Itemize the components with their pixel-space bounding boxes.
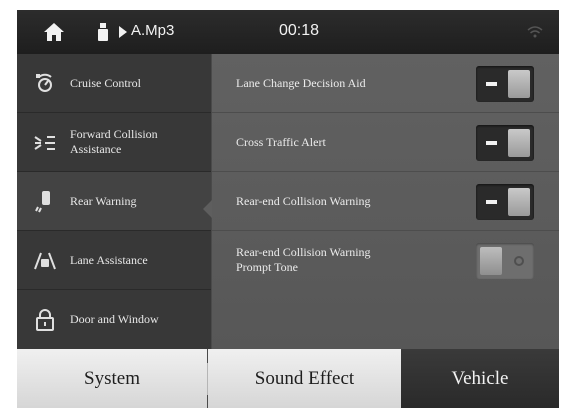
toggle-off-indicator xyxy=(514,256,524,266)
setting-row-cross-traffic-alert: Cross Traffic Alert xyxy=(212,113,559,172)
setting-label: Rear-end Collision Warning xyxy=(236,194,371,208)
rear-end-collision-warning-prompt-tone-toggle[interactable] xyxy=(476,243,534,279)
toggle-knob xyxy=(508,129,530,157)
feature-sidebar: Cruise Control Forward Collision Assista… xyxy=(17,54,211,349)
sidebar-item-label: Cruise Control xyxy=(70,76,141,90)
track-title: A.Mp3 xyxy=(131,22,175,39)
sidebar-item-label: Assistance xyxy=(70,142,122,156)
sidebar-item-cruise-control[interactable]: Cruise Control xyxy=(17,54,211,113)
setting-label: Rear-end Collision Warning xyxy=(236,245,371,259)
cross-traffic-alert-toggle[interactable] xyxy=(476,125,534,161)
sidebar-item-label: Lane Assistance xyxy=(70,253,148,267)
sidebar-item-door-and-window[interactable]: Door and Window xyxy=(17,290,211,349)
home-icon[interactable] xyxy=(43,22,65,42)
toggle-knob xyxy=(508,188,530,216)
play-icon xyxy=(119,26,127,38)
setting-label: Prompt Tone xyxy=(236,260,298,274)
tab-sound-effect[interactable]: Sound Effect xyxy=(208,349,401,408)
usb-icon xyxy=(98,23,108,41)
setting-row-rear-end-collision-warning: Rear-end Collision Warning xyxy=(212,172,559,231)
toggle-on-indicator xyxy=(486,82,497,86)
sidebar-item-label: Door and Window xyxy=(70,312,159,326)
sidebar-item-lane-assistance[interactable]: Lane Assistance xyxy=(17,231,211,290)
tab-system[interactable]: System xyxy=(17,349,207,408)
setting-row-lane-change-decision-aid: Lane Change Decision Aid xyxy=(212,54,559,113)
clock: 00:18 xyxy=(279,22,320,39)
setting-label: Cross Traffic Alert xyxy=(236,135,326,149)
active-item-pointer xyxy=(203,200,212,218)
toggle-knob xyxy=(480,247,502,275)
setting-label: Lane Change Decision Aid xyxy=(236,76,366,90)
wifi-signal-icon xyxy=(527,26,543,38)
toggle-on-indicator xyxy=(486,200,497,204)
toggle-knob xyxy=(508,70,530,98)
sidebar-item-label: Rear Warning xyxy=(70,194,137,208)
lane-assistance-icon xyxy=(34,252,56,270)
sidebar-item-label: Forward Collision xyxy=(70,127,158,141)
setting-row-rear-end-collision-warning-prompt-tone: Rear-end Collision Warning Prompt Tone xyxy=(212,231,559,290)
forward-collision-icon xyxy=(34,136,55,150)
tab-vehicle[interactable]: Vehicle xyxy=(401,349,559,408)
toggle-on-indicator xyxy=(486,141,497,145)
settings-panel: Lane Change Decision Aid Cross Traffic A… xyxy=(212,54,559,349)
sidebar-item-forward-collision-assistance[interactable]: Forward Collision Assistance xyxy=(17,113,211,172)
sidebar-item-rear-warning[interactable]: Rear Warning xyxy=(17,172,211,231)
bottom-tab-bar: System Sound Effect Vehicle xyxy=(17,349,559,408)
status-bar: A.Mp3 00:18 xyxy=(17,10,559,54)
rear-end-collision-warning-toggle[interactable] xyxy=(476,184,534,220)
lock-icon xyxy=(36,309,54,331)
vehicle-settings-screen: A.Mp3 00:18 Cruise Control Forward Colli… xyxy=(17,10,559,408)
lane-change-decision-aid-toggle[interactable] xyxy=(476,66,534,102)
cruise-control-icon xyxy=(36,73,52,92)
rear-warning-icon xyxy=(35,191,50,213)
